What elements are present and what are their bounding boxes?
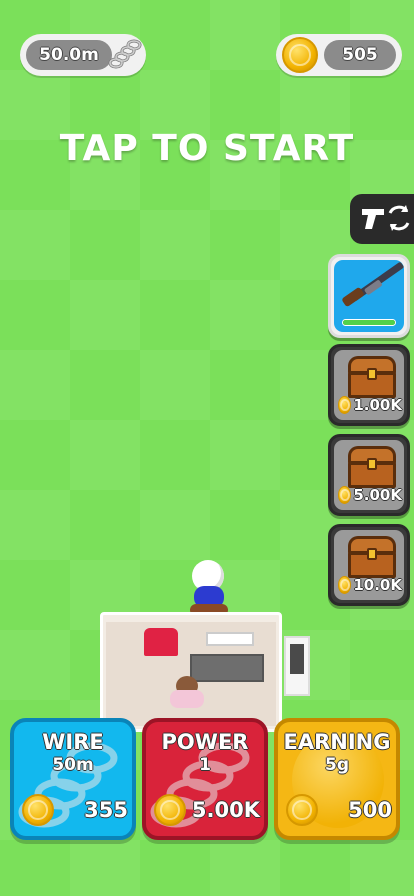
upgrade-title: EARNING <box>283 730 391 754</box>
upgrade-cost-value: 500 <box>348 798 392 822</box>
treasure-chest-icon <box>348 446 396 488</box>
chest-price: 10.0K <box>338 574 402 596</box>
upgrade-level: 1 <box>199 755 211 775</box>
upgrade-cost: 500 <box>286 794 392 826</box>
coin-icon <box>154 794 186 826</box>
chest-price-value: 10.0K <box>353 576 402 594</box>
treasure-chest-icon <box>348 356 396 398</box>
coin-icon <box>338 396 352 414</box>
coin-icon <box>286 794 318 826</box>
coin-icon <box>282 37 318 73</box>
coin-balance-value: 505 <box>342 45 378 65</box>
tap-to-start-label[interactable]: TAP TO START <box>0 128 414 169</box>
wire-length-value-box: 50.0m <box>26 40 112 70</box>
weapon-card <box>334 260 404 332</box>
upgrade-cost-value: 5.00K <box>191 798 260 822</box>
spring-wire-icon <box>108 39 142 69</box>
upgrade-level: 5g <box>325 755 349 775</box>
wire-length-pill: 50.0m <box>20 34 146 76</box>
upgrade-title: WIRE <box>42 730 104 754</box>
chest-button[interactable]: 5.00K <box>328 434 410 516</box>
tv-screen <box>206 632 254 646</box>
chest-price: 5.00K <box>338 484 402 506</box>
wire-upgrade-button[interactable]: WIRE 50m 355 <box>10 718 136 840</box>
equipped-weapon-button[interactable] <box>328 254 410 338</box>
house <box>100 612 282 732</box>
coin-balance-box: 505 <box>324 40 396 70</box>
upgrade-cost: 5.00K <box>154 794 260 826</box>
weapon-progress-bar <box>342 319 396 326</box>
chest-button[interactable]: 10.0K <box>328 524 410 606</box>
chest-card: 5.00K <box>334 440 404 510</box>
shotgun-icon <box>342 262 404 307</box>
coin-icon <box>22 794 54 826</box>
wire-length-value: 50.0m <box>39 45 99 65</box>
chest-price-value: 5.00K <box>353 486 402 504</box>
upgrade-level: 50m <box>52 755 94 775</box>
player-character <box>188 560 228 616</box>
fridge <box>284 636 310 696</box>
upgrade-cost-value: 355 <box>84 798 128 822</box>
weapon-progress-fill <box>343 320 395 325</box>
upgrade-title: POWER <box>161 730 249 754</box>
gun-swap-icon <box>362 205 410 231</box>
chest-card: 10.0K <box>334 530 404 600</box>
npc-resident <box>170 676 206 712</box>
upgrade-cost: 355 <box>22 794 128 826</box>
chest-button[interactable]: 1.00K <box>328 344 410 426</box>
chest-price-value: 1.00K <box>353 396 402 414</box>
power-upgrade-button[interactable]: POWER 1 5.00K <box>142 718 268 840</box>
coin-icon <box>338 486 352 504</box>
coin-icon <box>338 576 352 594</box>
coin-balance-pill: 505 <box>276 34 402 76</box>
earning-upgrade-button[interactable]: EARNING 5g 500 <box>274 718 400 840</box>
chest-card: 1.00K <box>334 350 404 420</box>
chest-price: 1.00K <box>338 394 402 416</box>
weapon-switch-button[interactable] <box>350 194 414 244</box>
red-armchair <box>144 628 178 656</box>
treasure-chest-icon <box>348 536 396 578</box>
